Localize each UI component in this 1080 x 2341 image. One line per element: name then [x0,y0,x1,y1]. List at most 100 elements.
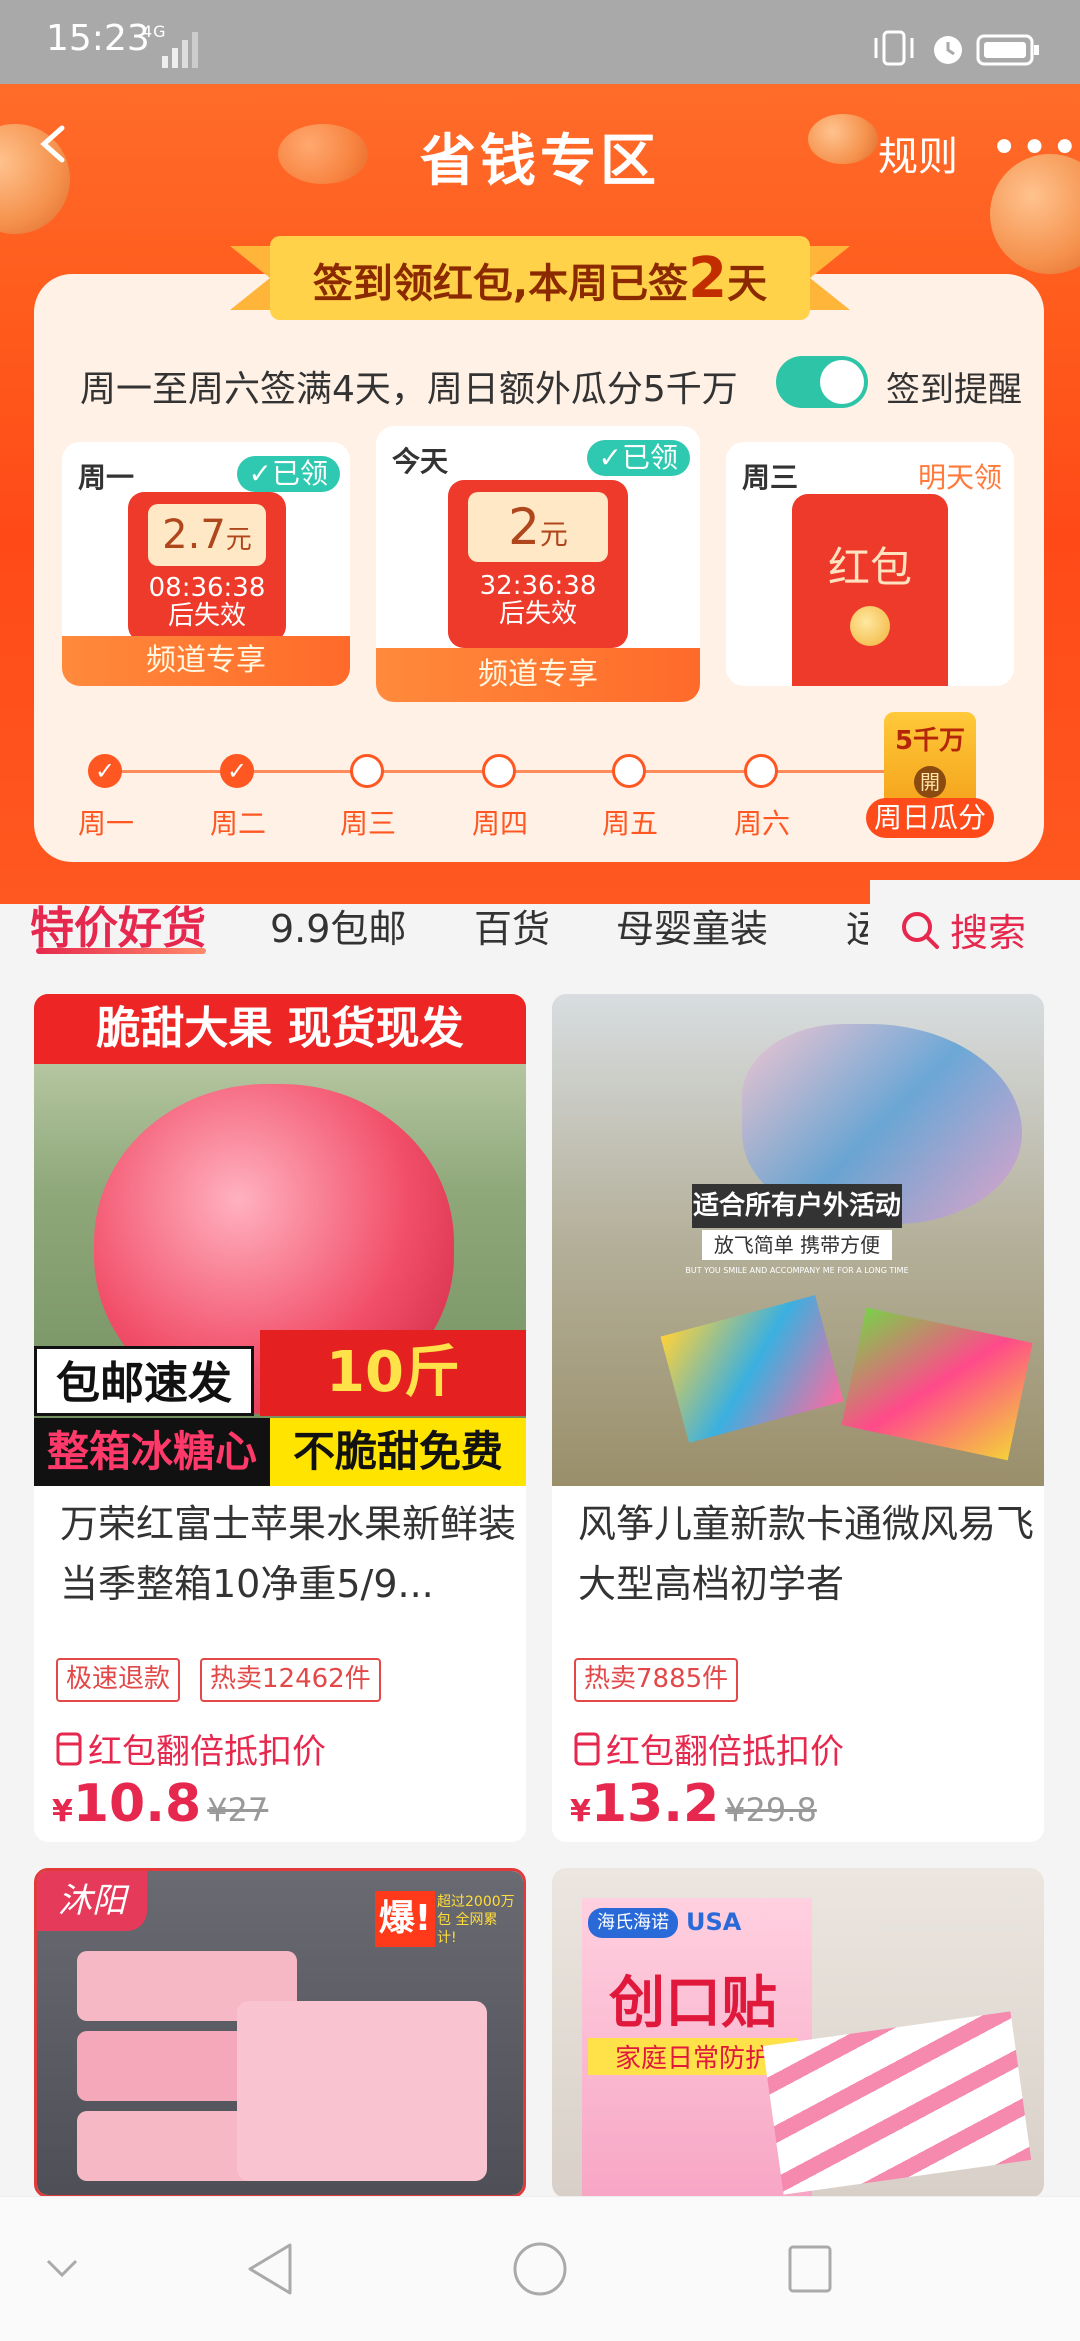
image-tiny-text: BUT YOU SMILE AND ACCOMPANY ME FOR A LON… [685,1266,909,1275]
signin-rule-text: 周一至周六签满4天，周日额外瓜分5千万 [80,369,738,410]
product-card[interactable]: 海氏海诺 USA 创口贴 家庭日常防护 [552,1868,1044,2198]
day-card-monday[interactable]: 周一 ✓已领 2.7元 08:36:38 后失效 频道专享 [62,442,350,686]
progress-day-label: 周二 [209,807,266,840]
product-price: ¥13.2 ¥29.8 [570,1774,817,1834]
brand-label: 海氏海诺 [588,1908,678,1938]
burst-sub-label: 超过2000万包 全网累计! [437,1894,515,1946]
status-time: 15:23 [46,18,150,59]
original-price: ¥27 [207,1791,269,1829]
envelope-amount: 2元 [468,492,608,562]
product-tag: 极速退款 [56,1658,181,1702]
tab-special-deals[interactable]: 特价好货 [30,892,206,956]
image-price-tag: 10斤17.8 [260,1330,526,1491]
day-name: 周三 [742,461,799,494]
envelope-label: 红包 [827,543,912,592]
product-image: 适合所有户外活动 放飞简单 携带方便 BUT YOU SMILE AND ACC… [552,994,1044,1486]
usa-label: USA [686,1908,742,1936]
image-bottom-left-text: 整箱冰糖心 [34,1418,270,1486]
sunday-jackpot-box[interactable]: 5千万 開 [884,712,976,812]
active-tab-indicator [36,948,206,954]
system-navbar [0,2196,1080,2341]
status-bar: 15:23 4G [0,0,1080,84]
envelope-countdown: 32:36:38 后失效 [479,571,597,629]
envelope-countdown: 08:36:38 后失效 [148,573,266,631]
vibrate-icon [874,30,914,66]
signal-icon [162,32,198,68]
progress-node [482,754,516,788]
image-fast-ship-text: 包邮速发 [34,1346,254,1416]
original-price: ¥29.8 [725,1791,817,1829]
progress-node-done: ✓ [220,754,254,788]
day-name: 周一 [78,461,135,494]
tab-free-shipping[interactable]: 9.9包邮 [270,898,406,953]
battery-icon [976,34,1039,66]
progress-node [612,754,646,788]
product-title: 风筝儿童新款卡通微风易飞大型高档初学者 [578,1502,1035,1606]
product-name-label: 创口贴 [609,1971,777,2036]
progress-day-label: 周四 [471,807,528,840]
recent-apps-icon[interactable] [786,2243,834,2295]
tab-general-goods[interactable]: 百货 [474,898,550,953]
progress-node [350,754,384,788]
red-envelope: 红包 [792,494,948,686]
product-title: 万荣红富士苹果水果新鲜装当季整箱10净重5/9... [60,1502,517,1606]
burst-label: 爆! [375,1891,435,1947]
collapse-chevron-icon[interactable] [44,2257,80,2281]
promo-label: 红包翻倍抵扣价 [88,1732,326,1772]
kite-graphic [660,1295,844,1443]
progress-day-label: 周六 [733,807,790,840]
day-card-wednesday[interactable]: 周三 明天领 红包 [726,442,1014,686]
progress-day-label: 周三 [339,807,396,840]
product-tag: 热卖12462件 [200,1658,381,1702]
remind-toggle[interactable] [776,356,868,408]
product-price: ¥10.8 ¥27 [52,1774,269,1834]
day-card-today[interactable]: 今天 ✓已领 2元 32:36:38 后失效 频道专享 [376,426,700,702]
brand-label: 沐阳 [37,1871,147,1931]
claim-tomorrow-label: 明天领 [917,461,1002,494]
jackpot-amount: 5千万 [894,726,966,756]
jackpot-open-icon: 開 [914,766,946,798]
image-bottom-right-text: 不脆甜免费 [270,1418,526,1486]
progress-day-label: 周五 [601,807,658,840]
home-circle-icon[interactable] [512,2241,568,2297]
image-banner-text: 脆甜大果 现货现发 [34,994,526,1064]
red-envelope: 2元 32:36:38 后失效 [448,480,628,648]
channel-exclusive-label: 频道专享 [62,636,350,686]
tab-truncated[interactable]: 运 [846,898,868,953]
wipes-pack [237,2001,487,2181]
progress-node [744,754,778,788]
red-envelope: 2.7元 08:36:38 后失效 [128,492,286,642]
product-card[interactable]: 适合所有户外活动 放飞简单 携带方便 BUT YOU SMILE AND ACC… [552,994,1044,1842]
kite-graphic [841,1307,1033,1461]
search-icon[interactable] [900,910,940,950]
product-card[interactable]: 沐阳 爆! 超过2000万包 全网累计! [34,1868,526,2198]
product-card[interactable]: 脆甜大果 现货现发 包邮速发 10斤17.8 整箱冰糖心 不脆甜免费 万荣红富士… [34,994,526,1842]
more-menu-button[interactable]: ••• [990,120,1080,176]
day-name: 今天 [392,445,449,478]
product-image: 沐阳 爆! 超过2000万包 全网累计! [37,1871,523,2195]
search-button[interactable]: 搜索 [950,902,1026,957]
rules-link[interactable]: 规则 [878,124,958,182]
tab-baby-kids[interactable]: 母婴童装 [616,898,768,953]
claimed-badge: ✓已领 [236,456,340,492]
product-tag: 热卖7885件 [574,1658,739,1702]
promo-label: 红包翻倍抵扣价 [606,1732,844,1772]
progress-node-done: ✓ [88,754,122,788]
alarm-icon [934,36,962,64]
envelope-seal [850,606,890,646]
product-image: 海氏海诺 USA 创口贴 家庭日常防护 [552,1868,1044,2198]
product-image: 脆甜大果 现货现发 包邮速发 10斤17.8 整箱冰糖心 不脆甜免费 [34,994,526,1491]
toggle-knob [820,360,864,404]
back-triangle-icon[interactable] [244,2241,296,2297]
category-tabs: 特价好货 9.9包邮 百货 母婴童装 运 搜索 [0,880,1080,980]
signin-banner-text: 签到领红包,本周已签2天 [312,246,768,311]
envelope-amount: 2.7元 [148,504,266,566]
channel-exclusive-label: 频道专享 [376,648,700,702]
image-headline: 适合所有户外活动 [692,1184,902,1228]
red-packet-icon [574,1732,600,1766]
image-subline: 放飞简单 携带方便 [702,1230,892,1260]
remind-label: 签到提醒 [886,370,1022,410]
progress-day-label: 周一 [77,807,134,840]
sunday-share-label: 周日瓜分 [866,798,994,838]
red-packet-icon [56,1732,82,1766]
